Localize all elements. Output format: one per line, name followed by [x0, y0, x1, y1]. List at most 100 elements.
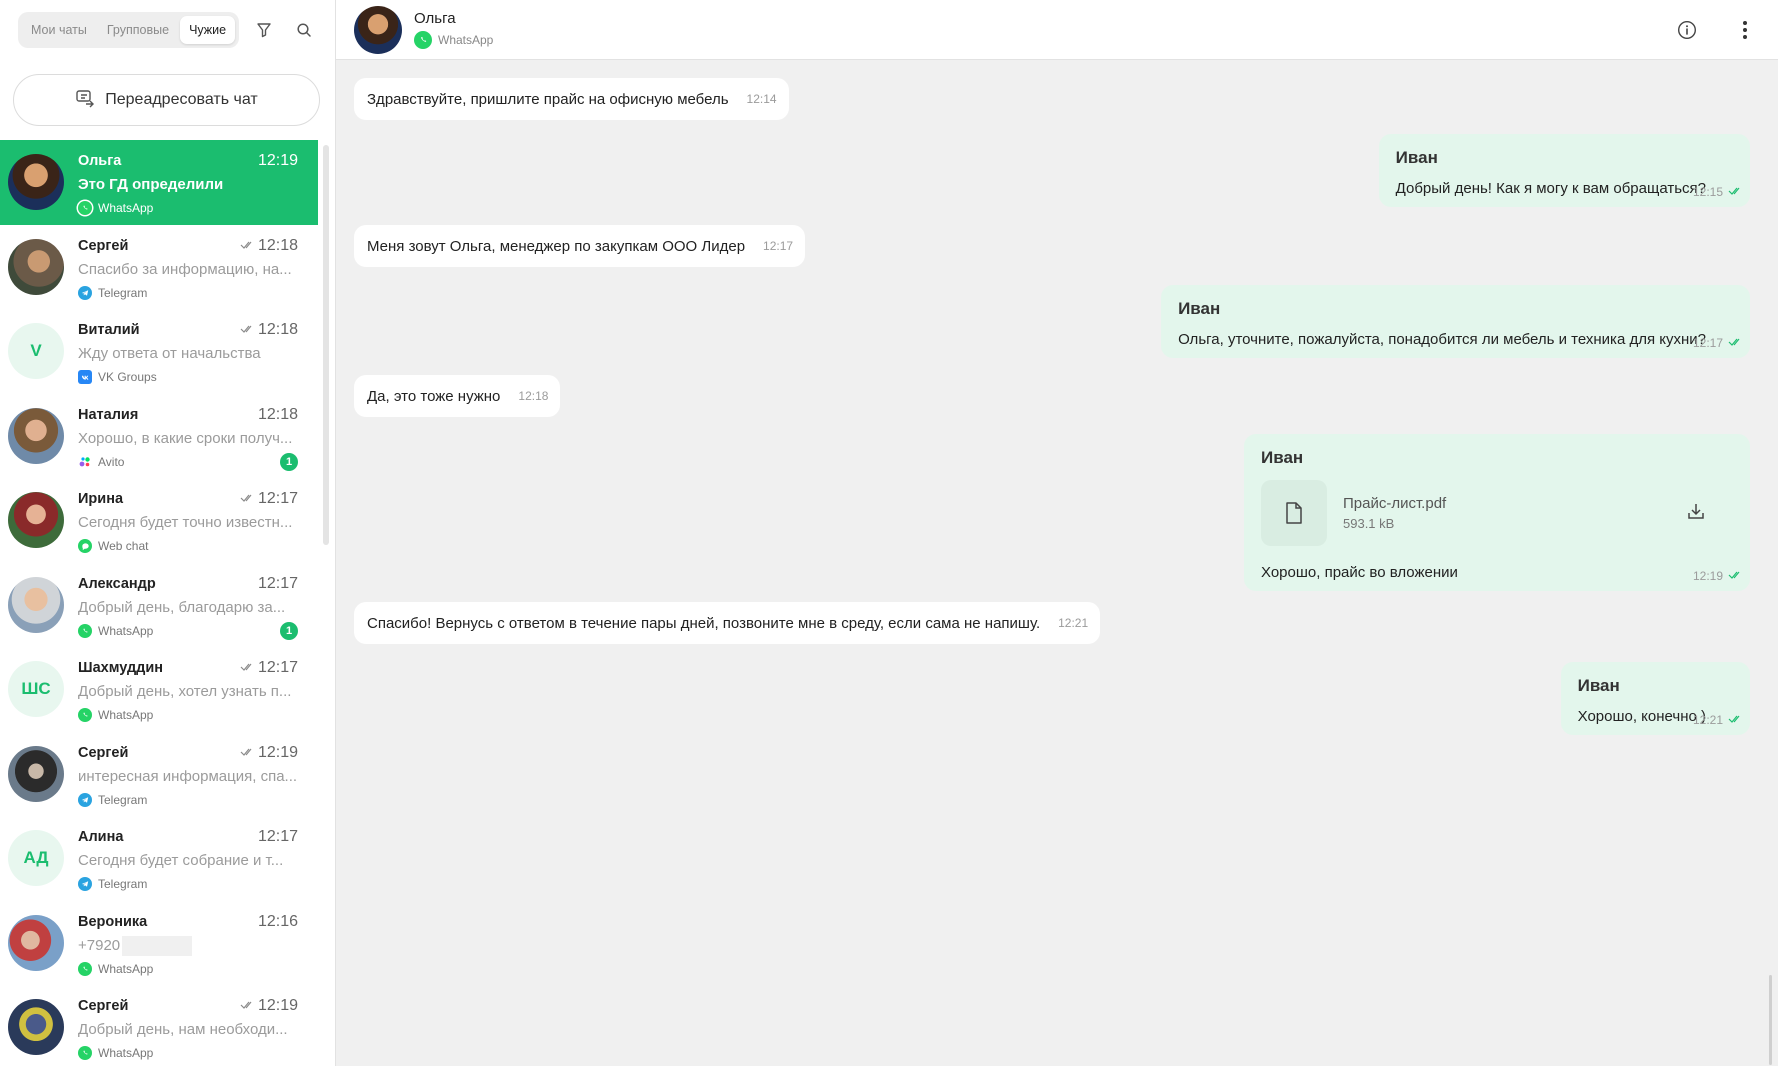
double-check-icon — [1728, 569, 1742, 583]
file-icon — [1261, 480, 1327, 546]
sidebar-scrollbar[interactable] — [323, 145, 329, 545]
chat-item-header: Сергей 12:18 — [78, 235, 298, 257]
chat-item-time: 12:17 — [257, 659, 298, 676]
chat-item-time-wrap: 12:19 — [240, 997, 298, 1015]
message-author: Иван — [1178, 299, 1221, 318]
avatar: V — [8, 323, 64, 379]
whatsapp-icon — [78, 623, 92, 638]
chat-item-header: Сергей 12:19 — [78, 742, 298, 764]
whatsapp-icon — [78, 201, 92, 215]
double-check-icon — [240, 321, 254, 339]
file-size: 593.1 kB — [1343, 516, 1395, 531]
chat-list-item[interactable]: Наталия 12:18 Хорошо, в какие сроки получ.… — [0, 394, 318, 479]
outgoing-message: Иван Хорошо, конечно ) 12:21 — [1560, 662, 1750, 735]
forward-chat-label: Переадресовать чат — [105, 91, 258, 108]
message-text: Добрый день! Как я могу к вам обращаться… — [1395, 180, 1706, 197]
message-text: Хорошо, прайс во вложении — [1261, 564, 1458, 581]
chat-item-body: Шахмуддин 12:17 Добрый день, хотел узнать … — [78, 657, 298, 725]
chat-item-preview: Сегодня будет точно известн... — [78, 510, 306, 536]
message-time: 12:17 — [1692, 336, 1723, 350]
unread-badge: 1 — [280, 621, 298, 640]
chat-item-preview: Сегодня будет собрание и т... — [78, 848, 306, 874]
chat-item-preview-text: Спасибо за информацию, на... — [78, 260, 292, 278]
chat-item-name: Наталия — [78, 406, 139, 423]
message-meta: 12:19 — [1693, 569, 1742, 583]
tab-others-chats[interactable]: Чужие — [180, 16, 236, 44]
chat-list-item[interactable]: Александр 12:17 Добрый день, благодарю за.… — [0, 563, 318, 648]
chat-item-preview: интересная информация, спа... — [78, 764, 306, 790]
chat-item-time-wrap: 12:18 — [258, 406, 298, 424]
avatar[interactable] — [354, 5, 402, 54]
masked-phone — [122, 935, 193, 956]
tab-my-chats[interactable]: Мои чаты — [22, 16, 96, 44]
chat-item-footer: WhatsApp — [78, 959, 298, 979]
info-icon[interactable] — [1672, 15, 1702, 45]
chat-item-source-label: Telegram — [98, 877, 148, 891]
chat-item-footer: WhatsApp — [78, 705, 298, 725]
tab-group-chats[interactable]: Групповые — [98, 16, 178, 44]
avatar — [8, 745, 64, 802]
chat-item-preview: Добрый день, хотел узнать п... — [78, 679, 306, 705]
chat-item-time-wrap: 12:17 — [240, 490, 298, 508]
chat-list-item[interactable]: Сергей 12:19 интересная информация, спа...… — [0, 732, 318, 817]
filter-icon[interactable] — [249, 15, 279, 45]
chat-list-item[interactable]: Сергей 12:18 Спасибо за информацию, на... T… — [0, 225, 318, 310]
chat-item-name: Александр — [78, 575, 156, 592]
chat-list-item[interactable]: Ирина 12:17 Сегодня будет точно известн...… — [0, 478, 318, 563]
chat-header-name: Ольга — [414, 10, 456, 27]
chat-list-item[interactable]: Вероника 12:16 +7920 WhatsApp — [0, 901, 318, 986]
chat-item-preview: Спасибо за информацию, на... — [78, 257, 306, 283]
chat-list-item[interactable]: Сергей 12:19 Добрый день, нам необходи... W… — [0, 985, 318, 1066]
chat-item-preview: Это ГД определили — [78, 172, 306, 198]
chat-item-source: WhatsApp — [78, 708, 153, 722]
sidebar-toolbar: Мои чаты Групповые Чужие — [0, 0, 335, 60]
forward-chat-button[interactable]: Переадресовать чат — [13, 74, 320, 126]
incoming-message: Спасибо! Вернусь с ответом в течение пар… — [354, 602, 1101, 644]
chat-header: Ольга WhatsApp — [336, 0, 1778, 60]
chat-list-item[interactable]: АД Алина 12:17 Сегодня будет собрание и т..… — [0, 816, 318, 901]
chat-item-preview-text: Хорошо, в какие сроки получ... — [78, 429, 293, 447]
chat-item-name: Сергей — [78, 237, 129, 254]
more-options-icon[interactable] — [1730, 15, 1760, 45]
chat-item-footer: Avito 1 — [78, 452, 298, 472]
telegram-icon — [78, 877, 92, 891]
whatsapp-icon — [414, 31, 432, 49]
chat-list-item[interactable]: ШС Шахмуддин 12:17 Добрый день, хотел узнат… — [0, 647, 318, 732]
chat-item-body: Наталия 12:18 Хорошо, в какие сроки получ.… — [78, 404, 298, 472]
chat-item-source-label: WhatsApp — [98, 708, 154, 722]
message-time: 12:18 — [518, 389, 549, 403]
message-meta: 12:21 — [1693, 713, 1742, 727]
chat-item-source-label: Web chat — [98, 539, 149, 553]
chat-item-footer: Telegram — [78, 874, 298, 894]
chat-item-source: WhatsApp — [78, 961, 154, 976]
search-icon[interactable] — [289, 15, 319, 45]
file-attachment[interactable]: Прайс-лист.pdf 593.1 kB — [1261, 480, 1706, 546]
download-icon[interactable] — [1686, 501, 1706, 526]
incoming-message: Меня зовут Ольга, менеджер по закупкам О… — [354, 225, 806, 267]
chat-item-preview-text: интересная информация, спа... — [78, 767, 298, 785]
chat-list-item[interactable]: Ольга 12:19 Это ГД определили WhatsApp — [0, 140, 318, 225]
chat-item-preview-text: Сегодня будет собрание и т... — [78, 852, 284, 869]
chat-item-body: Алина 12:17 Сегодня будет собрание и т... T… — [78, 826, 298, 894]
chat-item-preview-text: Добрый день, хотел узнать п... — [78, 683, 292, 700]
outgoing-message: Иван Добрый день! Как я могу к вам обраща… — [1378, 134, 1750, 207]
chat-item-time: 12:16 — [257, 912, 298, 930]
avatar: ШС — [8, 661, 64, 717]
whatsapp-icon — [78, 1046, 92, 1060]
message-time: 12:17 — [763, 239, 794, 253]
messages-scrollbar[interactable] — [1769, 975, 1772, 1065]
chat-item-header: Алина 12:17 — [78, 826, 298, 848]
chat-item-time: 12:17 — [257, 828, 298, 845]
double-check-icon — [240, 744, 254, 762]
message-time: 12:21 — [1058, 616, 1089, 630]
chat-item-time-wrap: 12:18 — [240, 237, 298, 255]
chat-item-body: Ольга 12:19 Это ГД определили WhatsApp — [78, 150, 298, 218]
chat-item-header: Сергей 12:19 — [78, 995, 298, 1017]
chat-item-name: Ольга — [78, 153, 122, 169]
chat-list-item[interactable]: V Виталий 12:18 Жду ответа от начальства VK … — [0, 309, 318, 394]
avatar — [8, 999, 64, 1055]
chat-item-footer: WhatsApp — [78, 1043, 298, 1063]
message-time: 12:21 — [1692, 713, 1723, 727]
chat-item-time: 12:18 — [257, 236, 298, 254]
chat-item-source-label: WhatsApp — [98, 961, 154, 976]
